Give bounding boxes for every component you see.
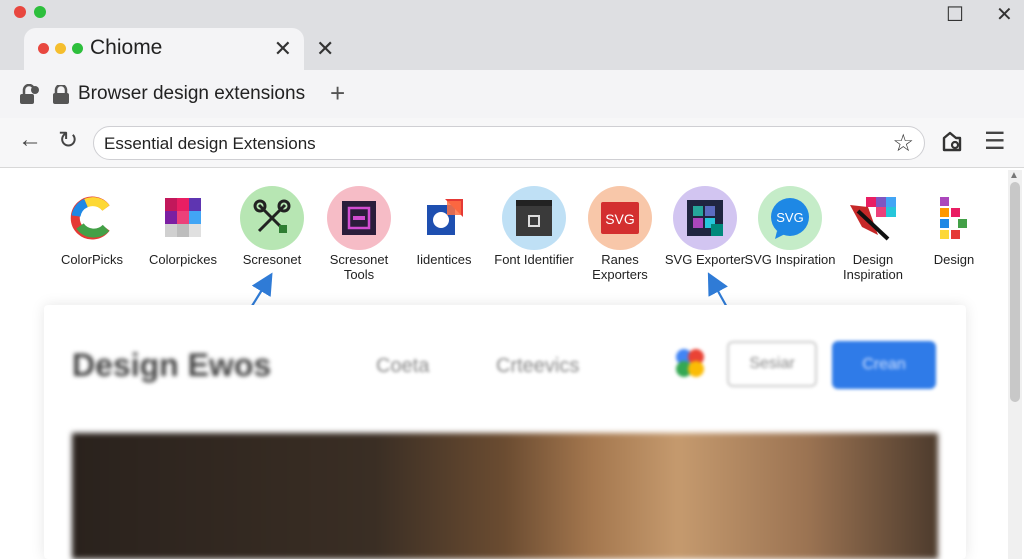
card-primary-button[interactable]: Crean	[832, 341, 936, 389]
card-nav-link[interactable]: Coeta	[376, 355, 429, 378]
card-nav-link[interactable]: Crteevics	[496, 355, 579, 378]
content-card: Design Ewos Coeta Crteevics Sesiar Crean	[44, 305, 966, 559]
hero-photo	[72, 433, 938, 559]
card-secondary-button[interactable]: Sesiar	[727, 341, 817, 387]
card-title: Design Ewos	[72, 347, 272, 383]
card-logo-icon	[672, 345, 708, 381]
